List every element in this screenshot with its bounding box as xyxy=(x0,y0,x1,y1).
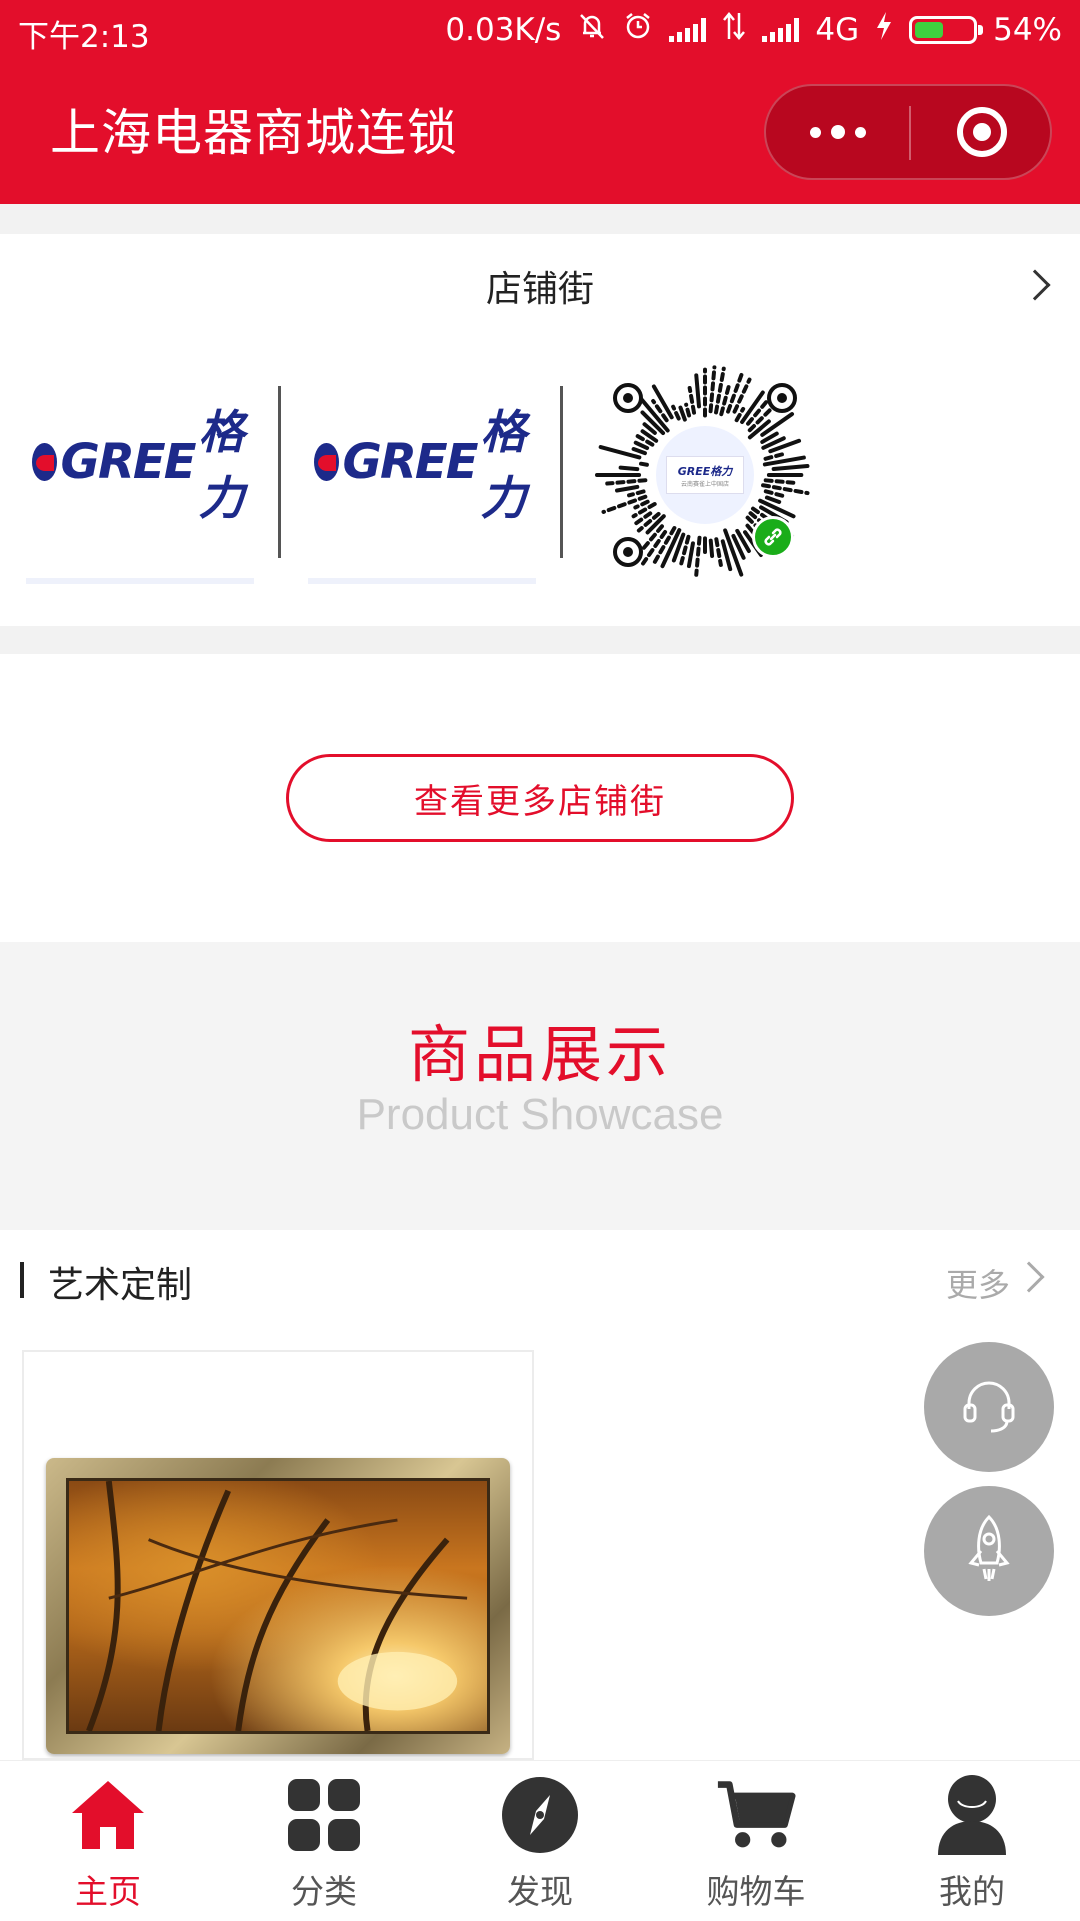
tab-category[interactable]: 分类 xyxy=(216,1761,432,1921)
gree-mark-icon xyxy=(314,443,339,481)
tab-label: 主页 xyxy=(75,1872,141,1911)
battery-level xyxy=(915,22,943,38)
charging-icon xyxy=(875,11,893,49)
section-gap xyxy=(0,204,1080,234)
data-transfer-icon xyxy=(722,11,746,49)
rocket-icon xyxy=(957,1513,1021,1589)
shop-card[interactable]: GREE 格力 xyxy=(26,334,256,584)
miniprogram-link-icon xyxy=(752,516,794,558)
product-card[interactable] xyxy=(22,1350,534,1760)
network-type: 4G xyxy=(815,12,860,48)
mute-bell-icon xyxy=(577,11,607,49)
customer-service-button[interactable] xyxy=(924,1342,1054,1472)
gree-mark-icon xyxy=(32,443,57,481)
compass-icon xyxy=(500,1775,580,1855)
miniprogram-capsule xyxy=(764,84,1052,180)
page-title: 上海电器商城连锁 xyxy=(50,104,458,162)
close-target-icon[interactable] xyxy=(911,86,1052,178)
gree-logo-text: GREE xyxy=(342,434,479,490)
category-marker xyxy=(20,1262,24,1298)
status-bar: 下午2:13 0.03K/s 4G 54% xyxy=(0,0,1080,62)
shop-divider xyxy=(278,386,281,558)
home-icon xyxy=(68,1775,148,1855)
miniprogram-qr-code[interactable]: GREE格力 云南赛雀上中国店 xyxy=(594,364,816,586)
qr-brand-text: GREE格力 xyxy=(677,464,733,478)
tab-profile[interactable]: 我的 xyxy=(864,1761,1080,1921)
showcase-subtitle: Product Showcase xyxy=(356,1090,724,1139)
grid-icon xyxy=(284,1775,364,1855)
gree-logo-cn: 格力 xyxy=(198,405,245,525)
gree-logo-cn: 格力 xyxy=(480,405,527,525)
shop-card[interactable]: GREE 格力 xyxy=(308,334,538,584)
qr-center-logo: GREE格力 云南赛雀上中国店 xyxy=(656,426,754,524)
tab-label: 我的 xyxy=(939,1872,1005,1911)
status-time: 下午2:13 xyxy=(18,19,150,55)
card-underline xyxy=(308,578,536,584)
category-header: 艺术定制 更多 xyxy=(0,1230,1080,1350)
signal-icon-2 xyxy=(762,18,800,42)
bottom-tab-bar: 主页 分类 发现 购物车 我的 xyxy=(0,1760,1080,1920)
gree-logo: GREE 格力 xyxy=(314,405,540,525)
alarm-icon xyxy=(623,11,653,49)
section-gap xyxy=(0,626,1080,654)
more-shops-section: 查看更多店铺街 xyxy=(0,654,1080,942)
battery-percent: 54% xyxy=(993,12,1062,48)
tab-home[interactable]: 主页 xyxy=(0,1761,216,1921)
user-icon xyxy=(932,1775,1012,1855)
shop-street-title: 店铺街 xyxy=(485,269,594,310)
gree-logo-text: GREE xyxy=(60,434,197,490)
tab-cart[interactable]: 购物车 xyxy=(648,1761,864,1921)
battery-icon xyxy=(909,16,984,44)
cart-icon xyxy=(716,1775,796,1855)
category-title: 艺术定制 xyxy=(48,1265,193,1306)
app-header: 下午2:13 0.03K/s 4G 54% 上海电器商城连锁 xyxy=(0,0,1080,204)
qr-caption-text: 云南赛雀上中国店 xyxy=(680,480,729,488)
product-image xyxy=(46,1458,510,1754)
autumn-trees-image xyxy=(86,1480,468,1733)
more-shops-button[interactable]: 查看更多店铺街 xyxy=(286,754,794,842)
shop-list: GREE 格力 GREE 格力 GREE格力 云南赛雀上中国店 xyxy=(0,334,1080,626)
tab-discover[interactable]: 发现 xyxy=(432,1761,648,1921)
tab-label: 购物车 xyxy=(706,1872,806,1911)
category-more-link[interactable]: 更多 xyxy=(946,1260,1010,1306)
showcase-title: 商品展示 xyxy=(407,1018,672,1091)
headset-icon xyxy=(957,1373,1021,1441)
more-dots-icon[interactable] xyxy=(766,86,909,178)
card-underline xyxy=(26,578,254,584)
chevron-right-icon[interactable] xyxy=(1013,1261,1045,1293)
back-to-top-button[interactable] xyxy=(924,1486,1054,1616)
signal-icon xyxy=(669,18,707,42)
showcase-banner: 商品展示 Product Showcase xyxy=(0,942,1080,1230)
status-indicators: 0.03K/s 4G 54% xyxy=(445,11,1062,49)
tab-label: 分类 xyxy=(291,1872,357,1911)
shop-divider xyxy=(560,386,563,558)
tab-label: 发现 xyxy=(507,1872,573,1911)
gree-logo: GREE 格力 xyxy=(32,405,258,525)
shop-street-header[interactable]: 店铺街 xyxy=(0,234,1080,334)
network-speed: 0.03K/s xyxy=(445,12,562,48)
